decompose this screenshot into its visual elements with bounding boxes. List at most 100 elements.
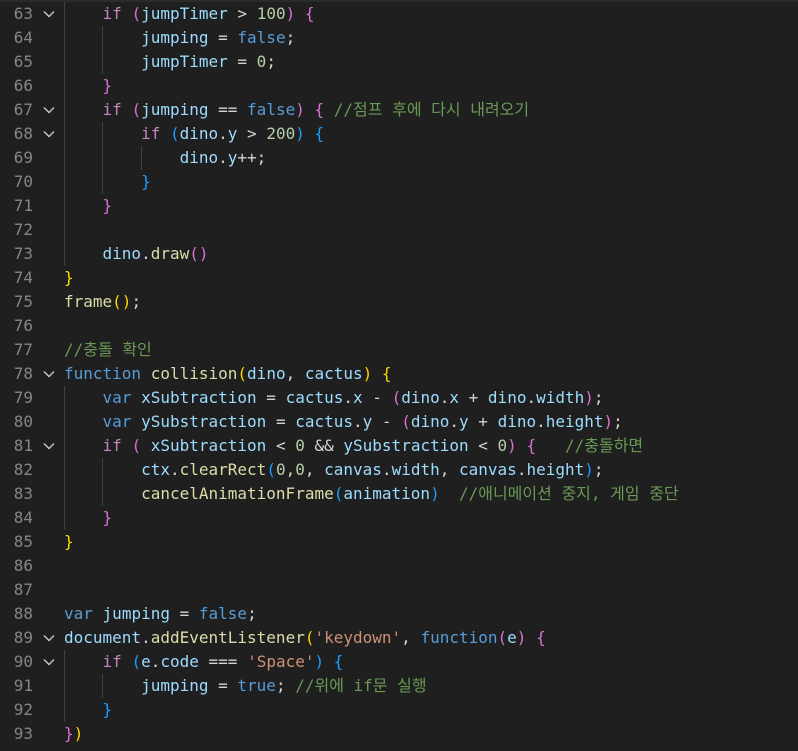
- code-line[interactable]: 76: [0, 314, 798, 338]
- code-line[interactable]: 82 ctx.clearRect(0,0, canvas.width, canv…: [0, 458, 798, 482]
- code-token: 0: [275, 460, 286, 479]
- line-number: 91: [13, 676, 33, 695]
- code-token: {: [304, 4, 315, 23]
- fold-chevron-down-icon[interactable]: [42, 631, 56, 645]
- code-line[interactable]: 68 if (dino.y > 200) {: [0, 122, 798, 146]
- code-token: dino: [179, 124, 219, 143]
- code-token: if: [102, 100, 122, 119]
- code-line[interactable]: 71 }: [0, 194, 798, 218]
- code-line[interactable]: 79 var xSubtraction = cactus.x - (dino.x…: [0, 386, 798, 410]
- code-token: ): [295, 100, 305, 119]
- code-token: ): [603, 412, 614, 431]
- code-token: }: [102, 700, 113, 719]
- code-token: (: [497, 628, 508, 647]
- code-line[interactable]: 93}): [0, 722, 798, 746]
- line-number: 79: [13, 388, 33, 407]
- code-line[interactable]: 89 document.addEventListener ('keydown', f…: [0, 626, 798, 650]
- fold-chevron-down-icon[interactable]: [42, 655, 56, 669]
- code-token: (: [131, 100, 142, 119]
- code-token: height: [526, 460, 585, 479]
- fold-chevron-down-icon[interactable]: [42, 127, 56, 141]
- code-line[interactable]: 87: [0, 578, 798, 602]
- code-text: }: [64, 530, 74, 554]
- code-line[interactable]: 78 function collision(dino, cactus) {: [0, 362, 798, 386]
- code-token: false: [247, 100, 296, 119]
- code-line[interactable]: 75 frame();: [0, 290, 798, 314]
- code-token: }: [64, 724, 74, 743]
- code-line[interactable]: 69 dino.y++;: [0, 146, 798, 170]
- code-line[interactable]: 73 dino.draw(): [0, 242, 798, 266]
- code-line[interactable]: 77 //충돌 확인: [0, 338, 798, 362]
- code-line[interactable]: 86: [0, 554, 798, 578]
- code-token: ,: [285, 364, 305, 383]
- code-line[interactable]: 81 if ( xSubtraction < 0 && ySubstractio…: [0, 434, 798, 458]
- code-token: 'keydown': [314, 628, 402, 647]
- code-token: 'Space': [247, 652, 315, 671]
- code-line[interactable]: 85}: [0, 530, 798, 554]
- code-line[interactable]: 70 }: [0, 170, 798, 194]
- code-text: jumpTimer = 0;: [64, 50, 276, 74]
- code-token: //점프 후에 다시 내려오기: [324, 100, 530, 119]
- code-text: }: [64, 74, 113, 98]
- code-token: x: [449, 388, 460, 407]
- code-text: dino.draw(): [64, 242, 209, 266]
- code-line[interactable]: 92 }: [0, 698, 798, 722]
- code-token: <: [468, 436, 498, 455]
- code-line[interactable]: 91 jumping = true; //위에 if문 실행: [0, 674, 798, 698]
- line-number: 73: [13, 244, 33, 263]
- code-line[interactable]: 65 jumpTimer = 0;: [0, 50, 798, 74]
- code-token: ySubstraction: [343, 436, 469, 455]
- code-token: ): [314, 652, 325, 671]
- code-line[interactable]: 64 jumping = false;: [0, 26, 798, 50]
- code-line[interactable]: 83 cancelAnimationFrame(animation) //애니메…: [0, 482, 798, 506]
- line-number: 72: [13, 220, 33, 239]
- code-text: var jumping = false;: [64, 602, 257, 626]
- code-token: ;: [613, 412, 623, 431]
- code-token: 200: [266, 124, 296, 143]
- code-token: ): [584, 460, 594, 479]
- code-line[interactable]: 67 if (jumping == false) { //점프 후에 다시 내려…: [0, 98, 798, 122]
- code-token: collision: [150, 364, 238, 383]
- code-token: function: [64, 364, 142, 383]
- code-token: //애니메이션 중지, 게임 중단: [439, 484, 679, 503]
- code-token: {: [536, 628, 546, 647]
- code-line[interactable]: 84 }: [0, 506, 798, 530]
- code-token: y: [227, 124, 238, 143]
- code-token: .: [536, 412, 546, 431]
- code-line[interactable]: 94: [0, 746, 798, 751]
- fold-chevron-down-icon[interactable]: [42, 439, 56, 453]
- code-token: &&: [304, 436, 344, 455]
- code-token: .: [141, 244, 151, 263]
- line-number: 81: [13, 436, 33, 455]
- code-line[interactable]: 74}: [0, 266, 798, 290]
- code-editor[interactable]: 63 if (jumpTimer > 100) {64 jumping = fa…: [0, 0, 798, 751]
- code-token: (): [189, 244, 209, 263]
- code-line[interactable]: 72: [0, 218, 798, 242]
- code-token: .: [516, 460, 527, 479]
- code-token: (: [333, 484, 344, 503]
- code-token: ): [507, 436, 517, 455]
- code-line[interactable]: 88 var jumping = false;: [0, 602, 798, 626]
- fold-chevron-down-icon[interactable]: [42, 103, 56, 117]
- fold-chevron-down-icon[interactable]: [42, 7, 56, 21]
- code-text: function collision(dino, cactus) {: [64, 362, 392, 386]
- fold-chevron-down-icon[interactable]: [42, 367, 56, 381]
- code-line[interactable]: 66 }: [0, 74, 798, 98]
- code-token: 100: [256, 4, 286, 23]
- code-token: animation: [343, 484, 431, 503]
- code-token: var: [64, 604, 93, 623]
- code-token: addEventListener: [150, 628, 305, 647]
- code-token: }: [102, 508, 113, 527]
- code-line[interactable]: 80 var ySubstraction = cactus.y - (dino.…: [0, 410, 798, 434]
- code-token: jumping: [141, 676, 209, 695]
- code-token: dino: [179, 148, 219, 167]
- code-line[interactable]: 63 if (jumpTimer > 100) {: [0, 2, 798, 26]
- code-line[interactable]: 90 if (e.code === 'Space') {: [0, 650, 798, 674]
- code-token: 0: [497, 436, 508, 455]
- code-token: ;: [593, 388, 604, 407]
